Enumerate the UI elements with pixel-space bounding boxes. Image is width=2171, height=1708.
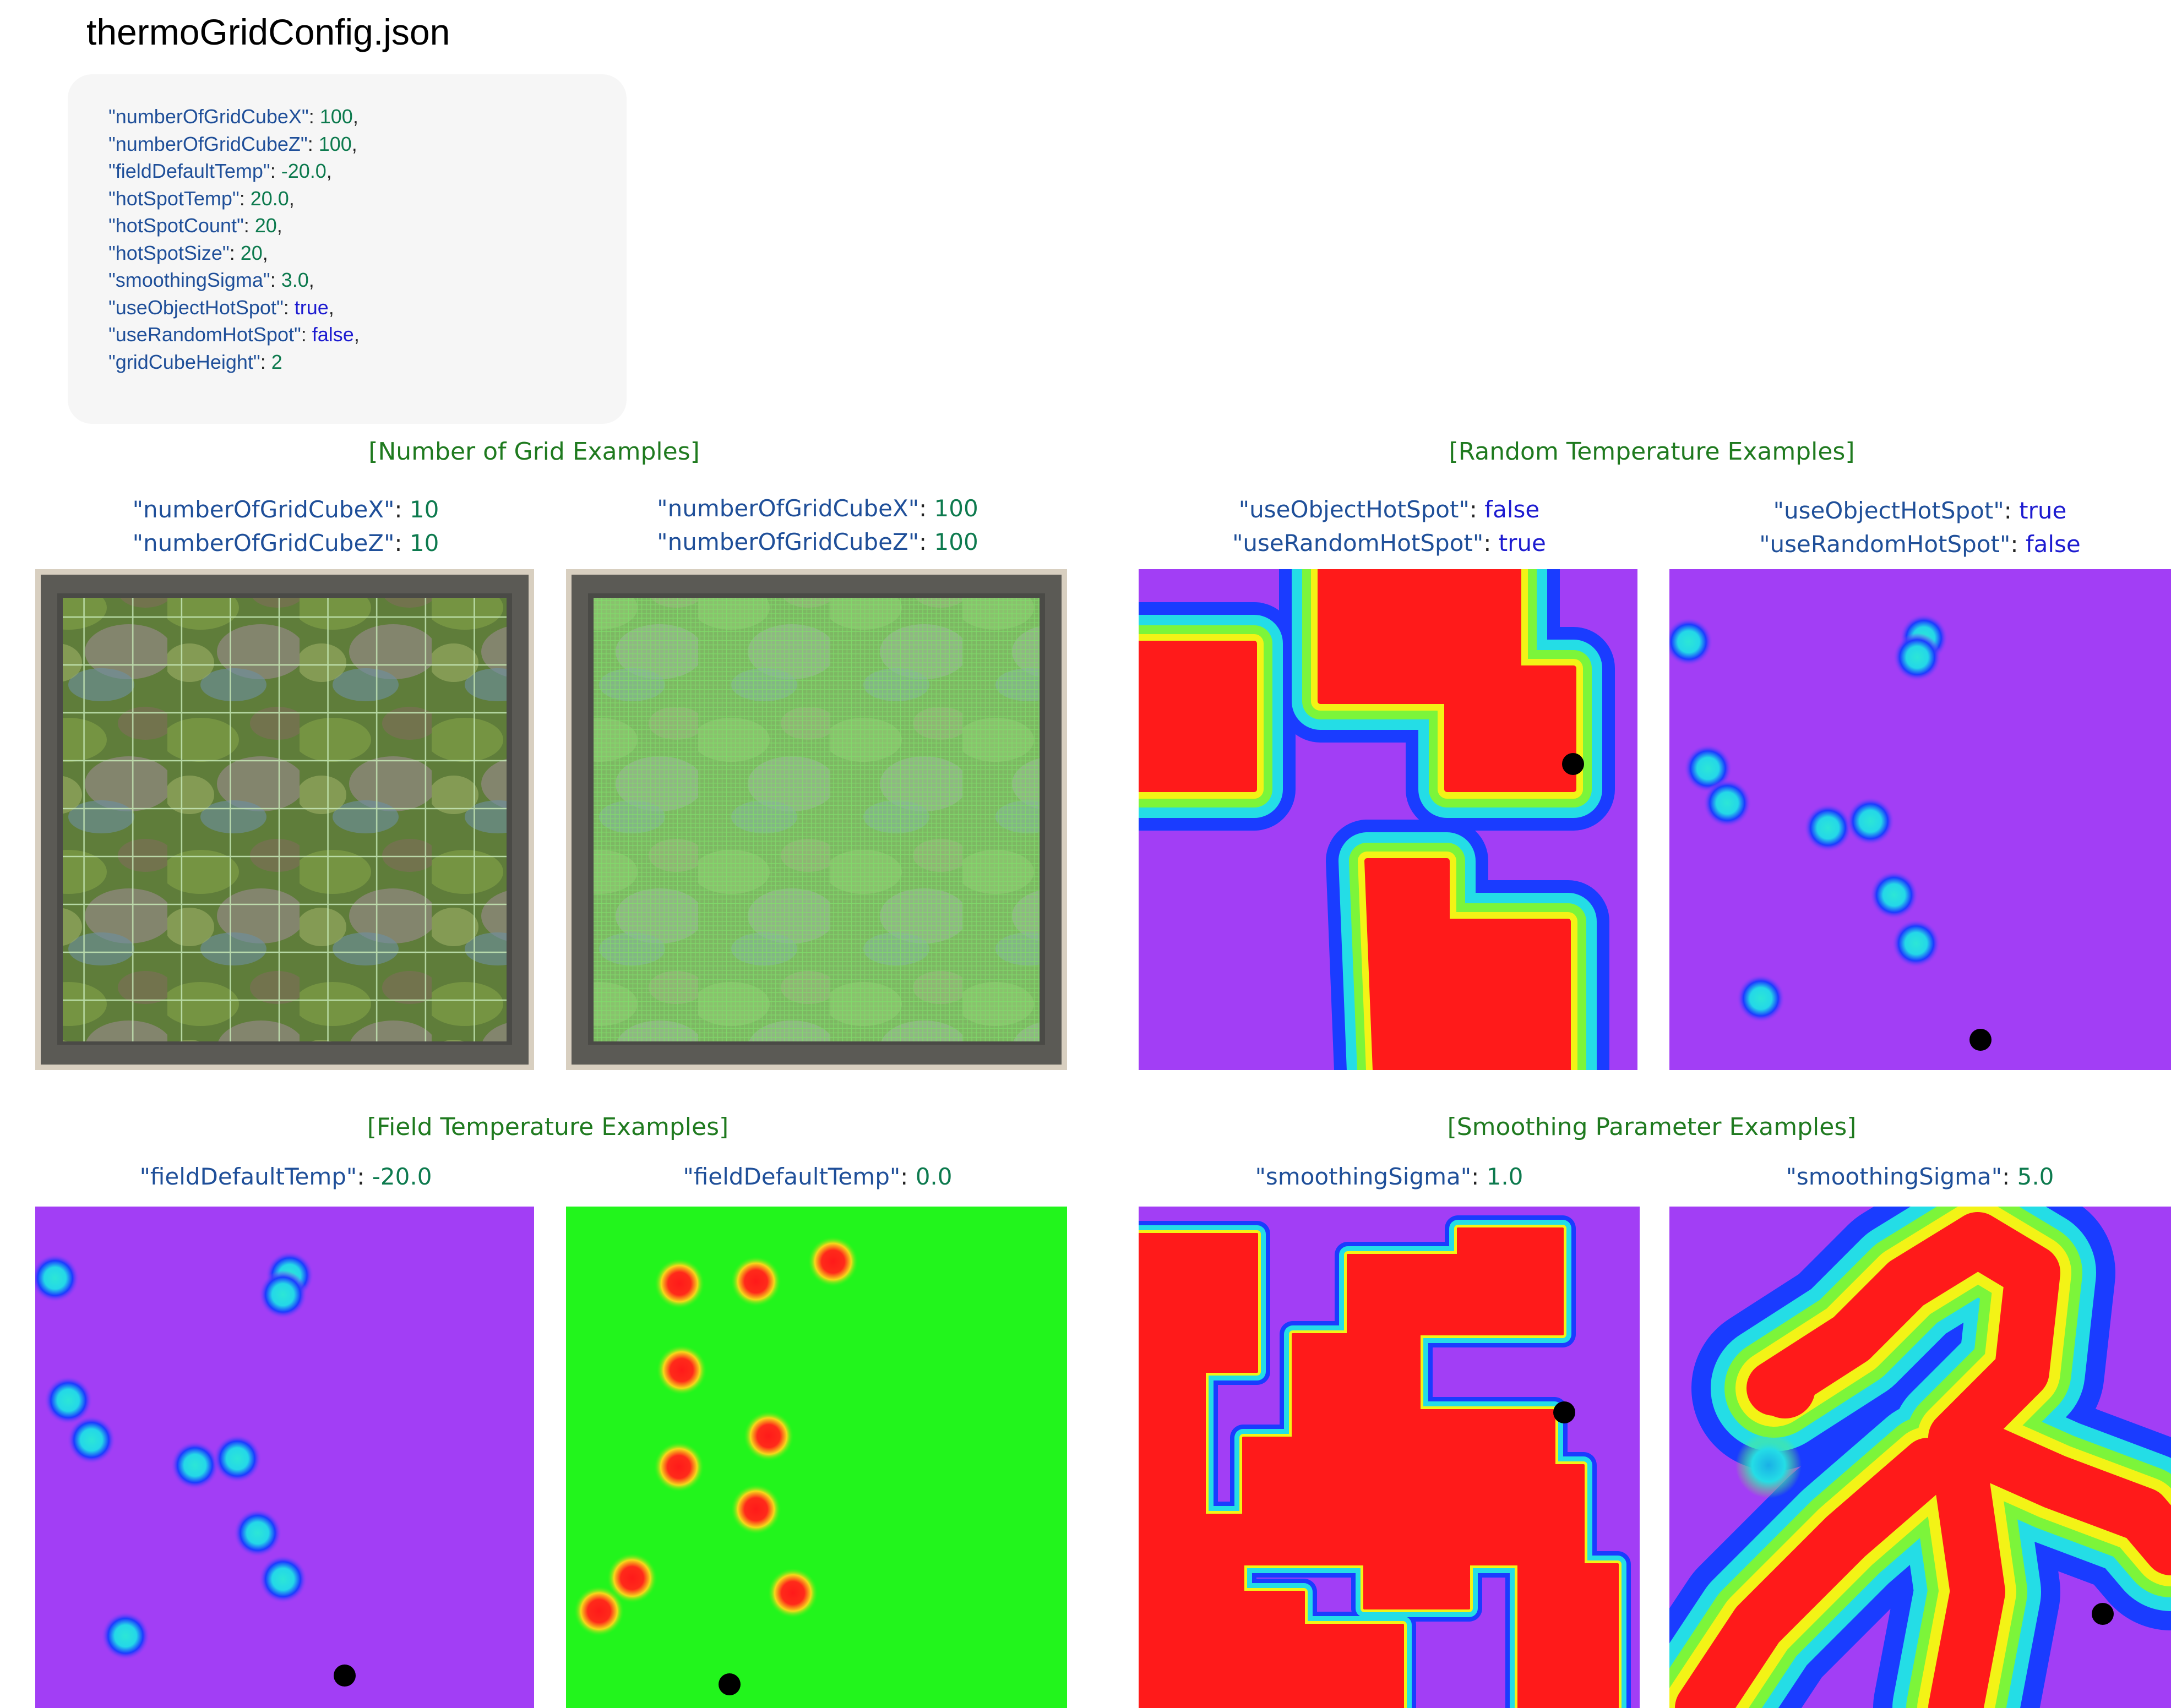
param-value: 10 xyxy=(409,496,439,523)
config-key: "gridCubeHeight" xyxy=(108,350,260,373)
section-title-field: [Field Temperature Examples] xyxy=(367,1113,729,1141)
param-key: "useObjectHotSpot" xyxy=(1773,497,2004,524)
param-key: "fieldDefaultTemp" xyxy=(683,1163,901,1190)
heatmap-sigma5-panel xyxy=(1669,1207,2171,1708)
config-value: -20.0 xyxy=(281,160,327,182)
param-line: "useRandomHotSpot": false xyxy=(1759,531,2081,558)
position-marker xyxy=(1562,753,1584,775)
position-marker xyxy=(719,1673,741,1695)
heatmap-random-hotspot-panel xyxy=(1139,569,1637,1070)
param-key: "useObjectHotSpot" xyxy=(1238,496,1470,523)
param-value: false xyxy=(1484,496,1540,523)
param-key: "numberOfGridCubeX" xyxy=(657,495,919,522)
config-line: "hotSpotCount": 20, xyxy=(108,214,282,237)
param-key: "useRandomHotSpot" xyxy=(1232,530,1484,556)
param-value: 10 xyxy=(409,530,439,556)
config-value: 100 xyxy=(319,105,353,128)
config-line: "gridCubeHeight": 2 xyxy=(108,350,282,373)
config-line: "smoothingSigma": 3.0, xyxy=(108,269,314,291)
param-line: "fieldDefaultTemp": -20.0 xyxy=(139,1163,432,1190)
config-lines: "numberOfGridCubeX": 100, "numberOfGridCu… xyxy=(108,103,360,375)
param-key: "numberOfGridCubeZ" xyxy=(657,528,919,555)
param-value: 5.0 xyxy=(2017,1163,2054,1190)
config-line: "useRandomHotSpot": false, xyxy=(108,323,360,346)
param-line: "numberOfGridCubeZ": 10 xyxy=(132,530,439,556)
param-line: "useRandomHotSpot": true xyxy=(1232,530,1546,556)
section-title-random: [Random Temperature Examples] xyxy=(1449,438,1855,466)
config-value: 20 xyxy=(240,241,263,264)
param-line: "fieldDefaultTemp": 0.0 xyxy=(683,1163,953,1190)
param-line: "smoothingSigma": 1.0 xyxy=(1255,1163,1523,1190)
config-key: "hotSpotSize" xyxy=(108,241,230,264)
config-line: "hotSpotTemp": 20.0, xyxy=(108,187,295,210)
file-title: thermoGridConfig.json xyxy=(86,12,450,52)
param-value: 100 xyxy=(934,528,978,555)
terrain-grid-100-panel xyxy=(566,569,1067,1070)
param-key: "numberOfGridCubeZ" xyxy=(132,530,395,556)
position-marker xyxy=(1969,1029,1992,1051)
config-key: "numberOfGridCubeX" xyxy=(108,105,309,128)
param-key: "fieldDefaultTemp" xyxy=(139,1163,357,1190)
param-value: -20.0 xyxy=(372,1163,432,1190)
config-line: "hotSpotSize": 20, xyxy=(108,241,268,264)
config-value: 20.0 xyxy=(250,187,289,210)
config-value: 20 xyxy=(254,214,277,237)
param-line: "useObjectHotSpot": false xyxy=(1238,496,1540,523)
config-line: "useObjectHotSpot": true, xyxy=(108,296,334,319)
param-label-random-on: "useObjectHotSpot": false "useRandomHotSp… xyxy=(1139,493,1640,560)
position-marker xyxy=(334,1665,356,1687)
param-label-grid10: "numberOfGridCubeX": 10 "numberOfGridCube… xyxy=(35,493,536,560)
param-line: "numberOfGridCubeX": 100 xyxy=(657,495,978,522)
config-value: 2 xyxy=(271,350,282,373)
heatmap-field-0-panel xyxy=(566,1207,1067,1708)
config-value: 100 xyxy=(318,132,352,155)
param-value: 1.0 xyxy=(1486,1163,1523,1190)
position-marker xyxy=(2092,1603,2114,1625)
param-value: true xyxy=(1498,530,1546,556)
section-title-grid: [Number of Grid Examples] xyxy=(368,438,700,466)
config-key: "useRandomHotSpot" xyxy=(108,323,301,346)
config-key: "hotSpotTemp" xyxy=(108,187,240,210)
heatmap-field-neg20-panel xyxy=(35,1207,534,1708)
param-value: 100 xyxy=(934,495,978,522)
config-value: 3.0 xyxy=(281,269,309,291)
config-key: "hotSpotCount" xyxy=(108,214,244,237)
config-line: "numberOfGridCubeX": 100, xyxy=(108,105,358,128)
param-value: 0.0 xyxy=(915,1163,953,1190)
param-label-sigma5: "smoothingSigma": 5.0 xyxy=(1669,1160,2170,1193)
config-value: true xyxy=(294,296,329,319)
config-key: "fieldDefaultTemp" xyxy=(108,160,270,182)
config-key: "useObjectHotSpot" xyxy=(108,296,284,319)
param-line: "useObjectHotSpot": true xyxy=(1773,497,2067,524)
param-key: "smoothingSigma" xyxy=(1786,1163,2003,1190)
config-key: "numberOfGridCubeZ" xyxy=(108,132,308,155)
config-value: false xyxy=(312,323,354,346)
param-value: true xyxy=(2019,497,2067,524)
param-label-sigma1: "smoothingSigma": 1.0 xyxy=(1139,1160,1640,1193)
position-marker xyxy=(1553,1401,1575,1423)
param-key: "numberOfGridCubeX" xyxy=(132,496,395,523)
config-code-block: "numberOfGridCubeX": 100, "numberOfGridCu… xyxy=(68,74,627,424)
section-title-smoothing: [Smoothing Parameter Examples] xyxy=(1447,1113,1857,1141)
param-label-grid100: "numberOfGridCubeX": 100 "numberOfGridCub… xyxy=(567,492,1068,559)
param-label-field-0: "fieldDefaultTemp": 0.0 xyxy=(567,1160,1068,1193)
config-line: "fieldDefaultTemp": -20.0, xyxy=(108,160,332,182)
config-key: "smoothingSigma" xyxy=(108,269,270,291)
param-key: "useRandomHotSpot" xyxy=(1759,531,2011,558)
config-line: "numberOfGridCubeZ": 100, xyxy=(108,132,357,155)
heatmap-sigma1-panel xyxy=(1139,1207,1640,1708)
heatmap-object-hotspot-panel xyxy=(1669,569,2171,1070)
terrain-grid-10-panel xyxy=(35,569,534,1070)
param-line: "smoothingSigma": 5.0 xyxy=(1786,1163,2054,1190)
param-value: false xyxy=(2025,531,2081,558)
param-line: "numberOfGridCubeX": 10 xyxy=(132,496,439,523)
param-line: "numberOfGridCubeZ": 100 xyxy=(657,528,978,555)
param-label-object-on: "useObjectHotSpot": true "useRandomHotSpo… xyxy=(1669,494,2170,561)
param-key: "smoothingSigma" xyxy=(1255,1163,1472,1190)
param-label-field-neg20: "fieldDefaultTemp": -20.0 xyxy=(35,1160,536,1193)
